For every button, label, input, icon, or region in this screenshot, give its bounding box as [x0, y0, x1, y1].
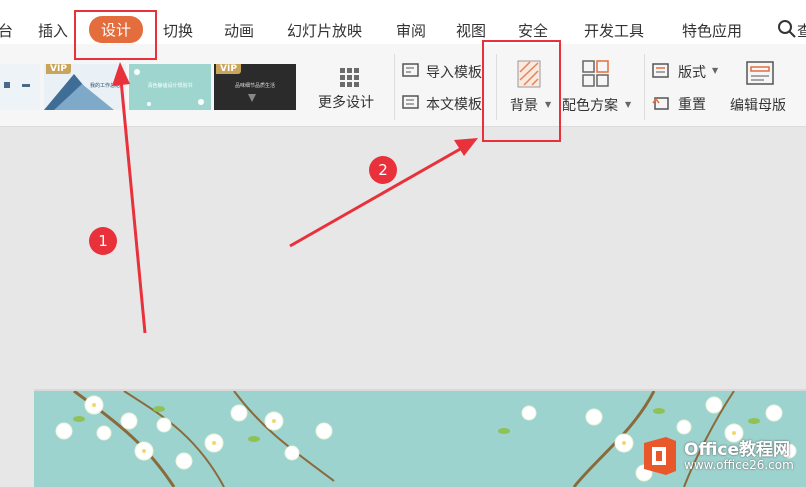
tab-review[interactable]: 审阅 [396, 20, 426, 41]
tab-security[interactable]: 安全 [518, 20, 548, 41]
template-title: 我的工作总结 [89, 83, 120, 89]
text-template-label: 本文模板 [426, 97, 482, 113]
more-designs-button[interactable]: 更多设计 [314, 62, 384, 114]
watermark-url: www.office26.com [684, 458, 794, 472]
template-title: 清色静谧设计规划书 [147, 83, 193, 89]
edit-master-icon [746, 61, 774, 85]
divider [644, 54, 645, 120]
highlight-design-tab [74, 10, 157, 60]
import-template-icon [402, 63, 419, 77]
office-logo-icon [644, 437, 676, 475]
tab-devtools[interactable]: 开发工具 [584, 20, 644, 41]
template-thumb-4[interactable]: 品味细节品质生活 VIP [214, 64, 296, 110]
color-scheme-icon [582, 60, 609, 87]
more-designs-label: 更多设计 [318, 95, 374, 111]
layout-button[interactable]: 版式 ▼ [652, 60, 724, 82]
tab-transition[interactable]: 切换 [163, 20, 193, 41]
color-scheme-button[interactable]: 配色方案 ▼ [560, 56, 636, 116]
layout-icon [652, 63, 669, 78]
search-button[interactable]: 查 [776, 18, 806, 42]
search-icon [778, 20, 796, 38]
grid-icon [340, 68, 359, 87]
reset-label: 重置 [678, 97, 706, 113]
import-template-button[interactable]: 导入模板 [402, 60, 492, 82]
template-thumb-3[interactable]: 清色静谧设计规划书 [129, 64, 211, 110]
tab-view[interactable]: 视图 [456, 20, 486, 41]
tab-search-label: 查 [797, 22, 806, 40]
text-template-button[interactable]: 本文模板 [402, 92, 492, 114]
vip-badge: VIP [216, 64, 241, 74]
office-tutorial-watermark: Office教程网 www.office26.com [640, 433, 806, 479]
tab-slideshow[interactable]: 幻灯片放映 [287, 20, 362, 41]
template-preview [4, 82, 30, 88]
watermark-title: Office教程网 [684, 440, 791, 460]
step-1-badge: 1 [89, 227, 117, 255]
edit-master-label: 编辑母版 [730, 98, 786, 114]
tab-animation[interactable]: 动画 [224, 20, 254, 41]
chevron-down-icon: ▼ [712, 66, 719, 75]
edit-master-button[interactable]: 编辑母版 [728, 56, 794, 116]
text-template-icon [402, 95, 419, 109]
template-title: 品味细节品质生活 [234, 83, 275, 89]
chevron-down-icon: ▼ [625, 100, 632, 109]
tab-special[interactable]: 特色应用 [682, 20, 742, 41]
import-template-label: 导入模板 [426, 65, 482, 81]
step-2-badge: 2 [369, 156, 397, 184]
tab-partial[interactable]: 台 [0, 20, 13, 41]
reset-icon [652, 97, 669, 110]
color-scheme-label: 配色方案 [562, 98, 618, 114]
layout-label: 版式 [678, 65, 706, 81]
reset-button[interactable]: 重置 [652, 92, 724, 114]
tab-insert[interactable]: 插入 [38, 20, 68, 41]
divider [394, 54, 395, 120]
template-thumb-1[interactable] [0, 64, 40, 110]
vip-badge: VIP [46, 64, 71, 74]
highlight-background-button [482, 40, 561, 142]
arrow-2-head [454, 138, 478, 156]
template-thumb-2[interactable]: 我的工作总结 VIP [44, 64, 126, 110]
